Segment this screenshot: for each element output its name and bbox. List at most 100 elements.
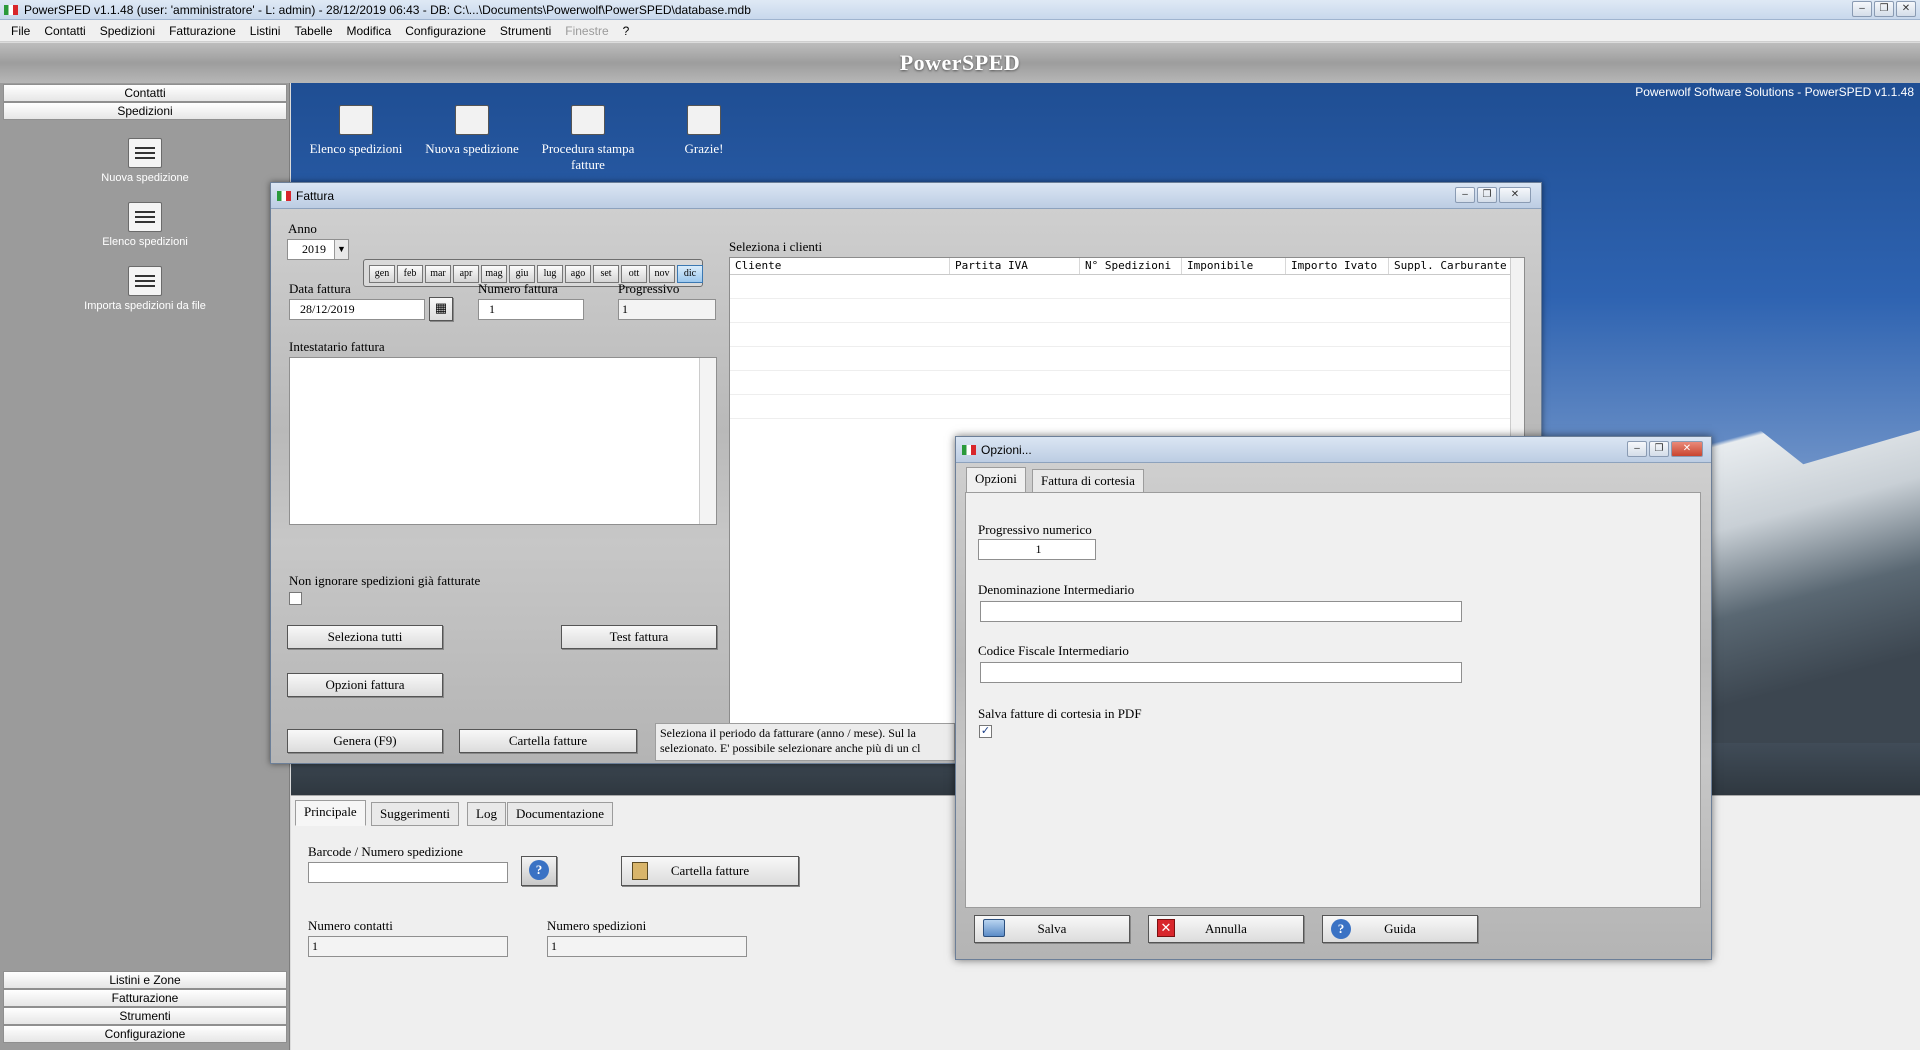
anno-select[interactable]: 2019 ▼ xyxy=(287,239,349,260)
anno-value: 2019 xyxy=(302,242,326,256)
denominazione-input[interactable] xyxy=(980,601,1462,622)
menu-fatturazione[interactable]: Fatturazione xyxy=(162,24,243,38)
opzioni-fattura-button[interactable]: Opzioni fattura xyxy=(287,673,443,697)
menu-bar: File Contatti Spedizioni Fatturazione Li… xyxy=(0,20,1920,42)
tab-principale[interactable]: Principale xyxy=(295,800,366,826)
menu-help[interactable]: ? xyxy=(616,24,637,38)
numero-fattura-label: Numero fattura xyxy=(478,281,558,296)
menu-listini[interactable]: Listini xyxy=(243,24,288,38)
desktop-icon-elenco[interactable]: Elenco spedizioni xyxy=(301,105,411,157)
new-shipment-icon xyxy=(128,138,162,168)
month-set[interactable]: set xyxy=(593,265,619,283)
tab-suggerimenti[interactable]: Suggerimenti xyxy=(371,802,460,826)
minimize-icon[interactable]: – xyxy=(1627,441,1647,457)
cancel-icon: ✕ xyxy=(1157,919,1175,937)
scrollbar[interactable] xyxy=(699,358,716,524)
sidebar-section-spedizioni[interactable]: Spedizioni xyxy=(3,102,287,120)
month-feb[interactable]: feb xyxy=(397,265,423,283)
header-divider xyxy=(730,274,1510,275)
close-icon[interactable]: ✕ xyxy=(1499,187,1531,203)
month-ago[interactable]: ago xyxy=(565,265,591,283)
barcode-input[interactable] xyxy=(308,862,508,883)
menu-file[interactable]: File xyxy=(4,24,37,38)
close-icon[interactable]: ✕ xyxy=(1896,1,1916,17)
sidebar-item-nuova-spedizione[interactable]: Nuova spedizione xyxy=(60,138,230,184)
app-titlebar: PowerSPED v1.1.48 (user: 'amministratore… xyxy=(0,0,1920,20)
intestatario-textarea[interactable] xyxy=(289,357,717,525)
desktop-icon-stampa-fatture[interactable]: Procedura stampa fatture xyxy=(533,105,643,173)
help-button[interactable]: ? xyxy=(521,856,557,886)
menu-spedizioni[interactable]: Spedizioni xyxy=(93,24,162,38)
column-header[interactable]: Suppl. Carburante xyxy=(1389,258,1519,274)
desktop-icon-nuova[interactable]: Nuova spedizione xyxy=(417,105,527,157)
sidebar-item-elenco-spedizioni[interactable]: Elenco spedizioni xyxy=(60,202,230,248)
maximize-icon[interactable]: ❐ xyxy=(1477,187,1497,203)
calendar-icon: ▦ xyxy=(434,300,448,315)
month-mar[interactable]: mar xyxy=(425,265,451,283)
column-header[interactable]: Importo Ivato xyxy=(1286,258,1389,274)
month-apr[interactable]: apr xyxy=(453,265,479,283)
help-icon: ? xyxy=(529,860,549,880)
sidebar-section-contatti[interactable]: Contatti xyxy=(3,84,287,102)
tab-log[interactable]: Log xyxy=(467,802,506,826)
column-header[interactable]: N° Spedizioni xyxy=(1080,258,1182,274)
window-controls: – ❐ ✕ xyxy=(1852,1,1916,17)
button-label: Salva xyxy=(1037,921,1067,936)
non-ignorare-checkbox[interactable] xyxy=(289,592,302,605)
column-header[interactable]: Cliente xyxy=(730,258,950,274)
desktop-icon-grazie[interactable]: Grazie! xyxy=(649,105,759,157)
menu-contatti[interactable]: Contatti xyxy=(37,24,92,38)
sidebar-section-listini[interactable]: Listini e Zone xyxy=(3,971,287,989)
menu-tabelle[interactable]: Tabelle xyxy=(287,24,339,38)
tab-documentazione[interactable]: Documentazione xyxy=(507,802,614,826)
column-header[interactable]: Partita IVA xyxy=(950,258,1080,274)
month-gen[interactable]: gen xyxy=(369,265,395,283)
import-file-icon xyxy=(128,266,162,296)
close-icon[interactable]: ✕ xyxy=(1671,441,1703,457)
maximize-icon[interactable]: ❐ xyxy=(1874,1,1894,17)
codice-fiscale-label: Codice Fiscale Intermediario xyxy=(978,643,1129,658)
sidebar-section-strumenti[interactable]: Strumenti xyxy=(3,1007,287,1025)
menu-strumenti[interactable]: Strumenti xyxy=(493,24,558,38)
numero-fattura-input[interactable]: 1 xyxy=(478,299,584,320)
desktop-icon-label: Elenco spedizioni xyxy=(309,141,403,156)
sidebar-section-configurazione[interactable]: Configurazione xyxy=(3,1025,287,1043)
genera-button[interactable]: Genera (F9) xyxy=(287,729,443,753)
num-spedizioni-label: Numero spedizioni xyxy=(547,918,647,933)
cartella-fatture-button[interactable]: Cartella fatture xyxy=(621,856,799,886)
column-header[interactable]: Imponibile xyxy=(1182,258,1286,274)
tab-opzioni[interactable]: Opzioni xyxy=(966,467,1026,493)
cartella-fatture-button[interactable]: Cartella fatture xyxy=(459,729,637,753)
num-contatti-field: 1 xyxy=(308,936,508,957)
sidebar-item-label: Elenco spedizioni xyxy=(102,236,188,248)
help-icon: ? xyxy=(1331,919,1351,939)
opzioni-body: Opzioni Fattura di cortesia Progressivo … xyxy=(956,463,1711,959)
menu-configurazione[interactable]: Configurazione xyxy=(398,24,493,38)
annulla-button[interactable]: ✕ Annulla xyxy=(1148,915,1304,943)
codice-fiscale-input[interactable] xyxy=(980,662,1462,683)
sidebar-section-fatturazione[interactable]: Fatturazione xyxy=(3,989,287,1007)
minimize-icon[interactable]: – xyxy=(1455,187,1475,203)
button-label: Cartella fatture xyxy=(670,863,750,878)
calendar-button[interactable]: ▦ xyxy=(429,297,453,321)
non-ignorare-label: Non ignorare spedizioni già fatturate xyxy=(289,573,481,588)
month-dic[interactable]: dic xyxy=(677,265,703,283)
salva-button[interactable]: Salva xyxy=(974,915,1130,943)
row-divider xyxy=(730,394,1510,395)
button-label: Annulla xyxy=(1205,921,1247,936)
minimize-icon[interactable]: – xyxy=(1852,1,1872,17)
test-fattura-button[interactable]: Test fattura xyxy=(561,625,717,649)
seleziona-tutti-button[interactable]: Seleziona tutti xyxy=(287,625,443,649)
tab-fattura-cortesia[interactable]: Fattura di cortesia xyxy=(1032,469,1144,493)
menu-modifica[interactable]: Modifica xyxy=(340,24,399,38)
invoice-print-icon xyxy=(571,105,605,135)
salva-pdf-checkbox[interactable]: ✓ xyxy=(979,725,992,738)
data-fattura-input[interactable]: 28/12/2019 xyxy=(289,299,425,320)
sidebar-item-importa-spedizioni[interactable]: Importa spedizioni da file xyxy=(60,266,230,312)
progressivo-numerico-input[interactable]: 1 xyxy=(978,539,1096,560)
guida-button[interactable]: ? Guida xyxy=(1322,915,1478,943)
maximize-icon[interactable]: ❐ xyxy=(1649,441,1669,457)
window-controls: – ❐ ✕ xyxy=(1455,187,1531,203)
data-fattura-label: Data fattura xyxy=(289,281,351,296)
chevron-down-icon[interactable]: ▼ xyxy=(334,240,348,259)
